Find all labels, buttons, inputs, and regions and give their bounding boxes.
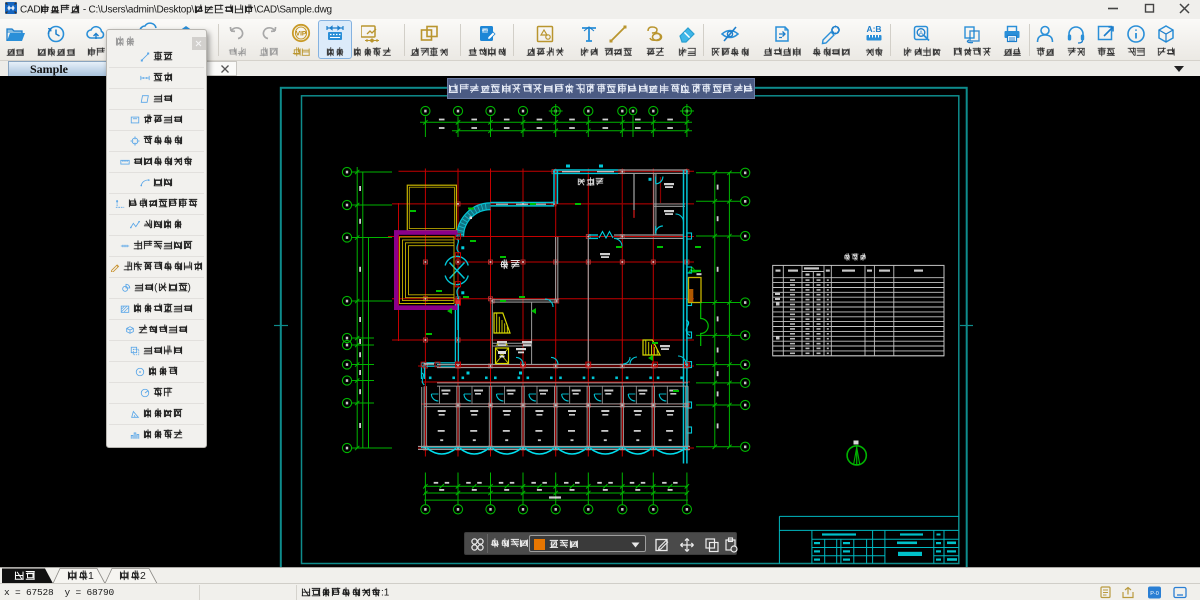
svg-text:VIP: VIP xyxy=(296,31,307,38)
svg-text:CAD: CAD xyxy=(482,29,490,33)
svg-text:A:B: A:B xyxy=(866,24,881,34)
svg-text:A: A xyxy=(919,31,923,37)
svg-text:P-0: P-0 xyxy=(1150,591,1159,597)
